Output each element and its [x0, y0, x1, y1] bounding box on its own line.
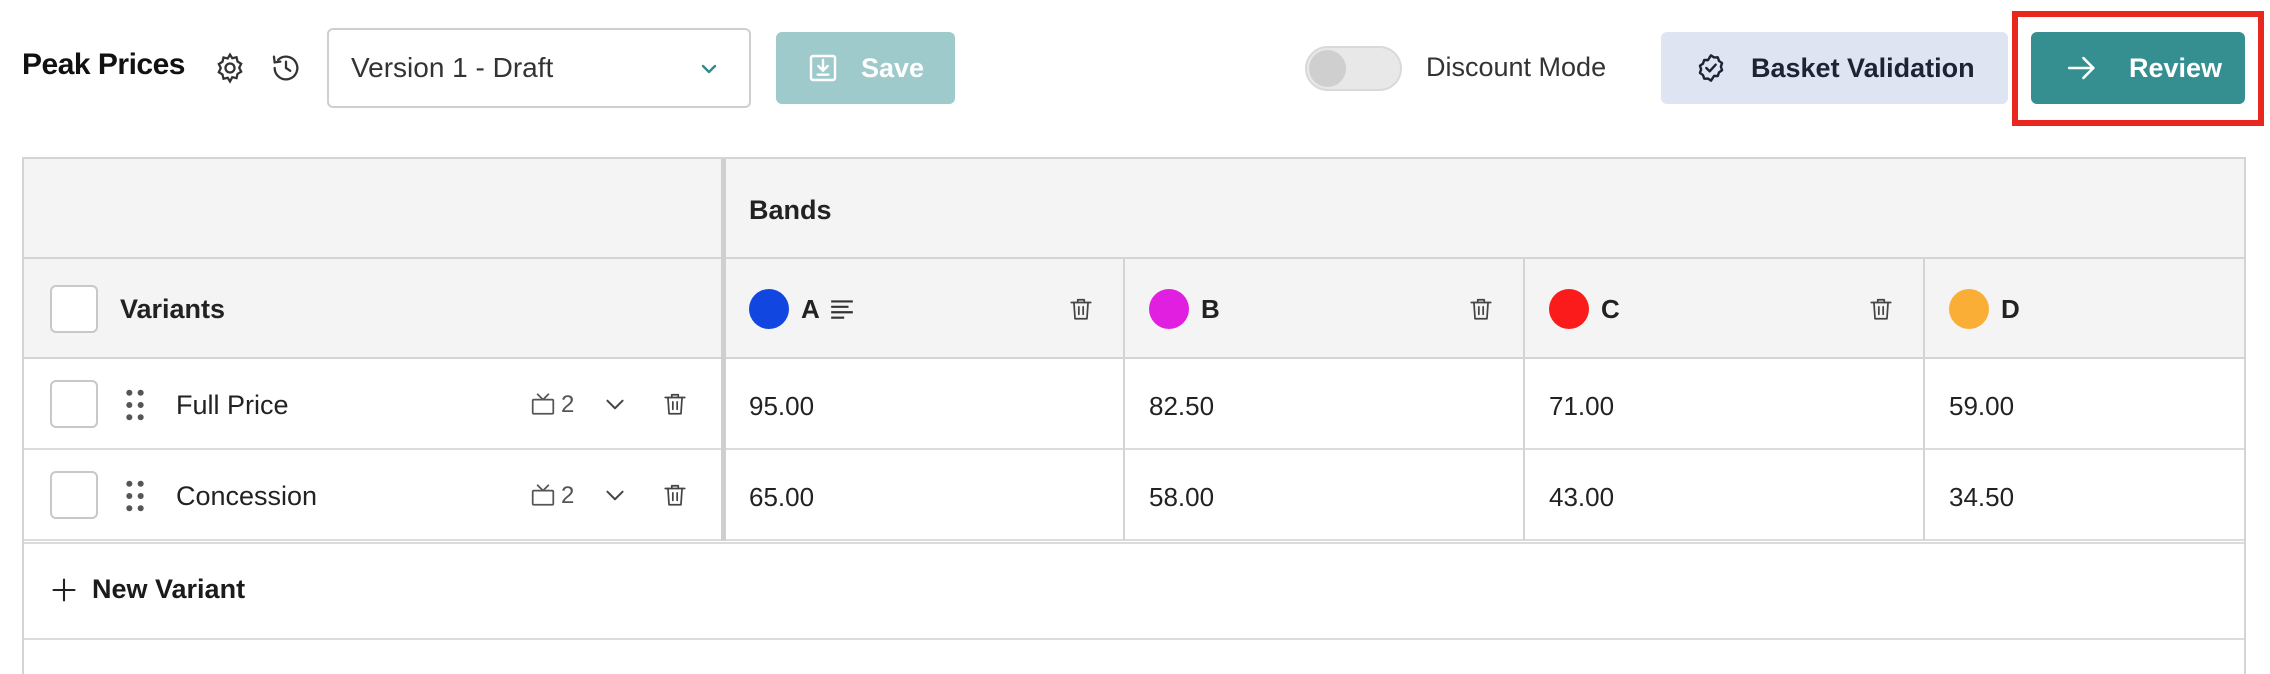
column-divider: [721, 159, 726, 541]
variants-header: Variants: [120, 294, 226, 324]
settings-gear-icon[interactable]: [213, 51, 247, 85]
band-d-color-dot: [1949, 289, 1989, 329]
new-variant-button[interactable]: New Variant: [50, 574, 245, 605]
column-divider: [1123, 259, 1125, 541]
price-cell[interactable]: 95.00: [749, 391, 814, 422]
history-icon[interactable]: [269, 51, 303, 85]
variant-row-checkbox[interactable]: [50, 380, 98, 428]
channel-icon: [530, 482, 556, 508]
band-d-label: D: [2001, 294, 2020, 324]
basket-validation-button[interactable]: Basket Validation: [1661, 32, 2008, 104]
price-cell[interactable]: 58.00: [1149, 482, 1214, 513]
channel-count: 2: [561, 391, 575, 418]
review-label: Review: [2129, 52, 2223, 83]
delete-variant-icon[interactable]: [662, 482, 688, 508]
expand-chevron-icon[interactable]: [602, 392, 628, 418]
variant-row[interactable]: Concession 2 65.00 58.00 43.00 34.50: [24, 450, 2244, 541]
chevron-down-icon: [697, 56, 721, 80]
price-cell[interactable]: 71.00: [1549, 391, 1614, 422]
band-b-color-dot: [1149, 289, 1189, 329]
channel-count: 2: [561, 482, 575, 509]
save-icon: [807, 52, 839, 84]
delete-band-c-icon[interactable]: [1868, 296, 1894, 322]
review-button[interactable]: Review: [2031, 32, 2245, 104]
price-cell[interactable]: 59.00: [1949, 391, 2014, 422]
discount-mode-toggle[interactable]: [1305, 46, 1402, 91]
bands-header-row: Bands: [24, 159, 2244, 259]
band-a-label: A: [801, 294, 820, 324]
variant-row-checkbox[interactable]: [50, 471, 98, 519]
new-variant-label: New Variant: [92, 574, 246, 604]
arrow-right-icon: [2065, 51, 2099, 85]
band-a-color-dot: [749, 289, 789, 329]
save-button[interactable]: Save: [776, 32, 955, 104]
band-c-label: C: [1601, 294, 1620, 324]
delete-band-a-icon[interactable]: [1068, 296, 1094, 322]
price-cell[interactable]: 43.00: [1549, 482, 1614, 513]
discount-mode-label: Discount Mode: [1426, 52, 1607, 82]
drag-handle-icon[interactable]: [123, 479, 147, 513]
select-all-checkbox[interactable]: [50, 285, 98, 333]
band-b-label: B: [1201, 294, 1220, 324]
basket-validation-label: Basket Validation: [1751, 52, 1975, 83]
column-divider: [1523, 259, 1525, 541]
band-c-color-dot: [1549, 289, 1589, 329]
page-title: Peak Prices: [22, 48, 185, 81]
new-variant-row: New Variant: [24, 542, 2244, 640]
price-grid: Bands Variants A B C D Full Price 2 95.0…: [22, 157, 2246, 674]
badge-check-icon: [1695, 52, 1727, 84]
toggle-knob: [1309, 50, 1346, 87]
price-cell[interactable]: 34.50: [1949, 482, 2014, 513]
plus-icon: [50, 576, 78, 604]
drag-handle-icon[interactable]: [123, 388, 147, 422]
column-divider: [1923, 259, 1925, 541]
variant-name: Concession: [176, 481, 318, 511]
band-columns-header-row: Variants A B C D: [24, 259, 2244, 359]
expand-chevron-icon[interactable]: [602, 483, 628, 509]
version-select[interactable]: Version 1 - Draft: [327, 28, 751, 108]
price-cell[interactable]: 82.50: [1149, 391, 1214, 422]
variant-name: Full Price: [176, 390, 289, 420]
align-left-icon[interactable]: [829, 296, 855, 322]
delete-variant-icon[interactable]: [662, 391, 688, 417]
save-label: Save: [860, 52, 925, 83]
variant-row[interactable]: Full Price 2 95.00 82.50 71.00 59.00: [24, 359, 2244, 450]
price-cell[interactable]: 65.00: [749, 482, 814, 513]
bands-header: Bands: [749, 195, 832, 225]
channel-icon: [530, 391, 556, 417]
version-select-value: Version 1 - Draft: [351, 52, 554, 83]
delete-band-b-icon[interactable]: [1468, 296, 1494, 322]
